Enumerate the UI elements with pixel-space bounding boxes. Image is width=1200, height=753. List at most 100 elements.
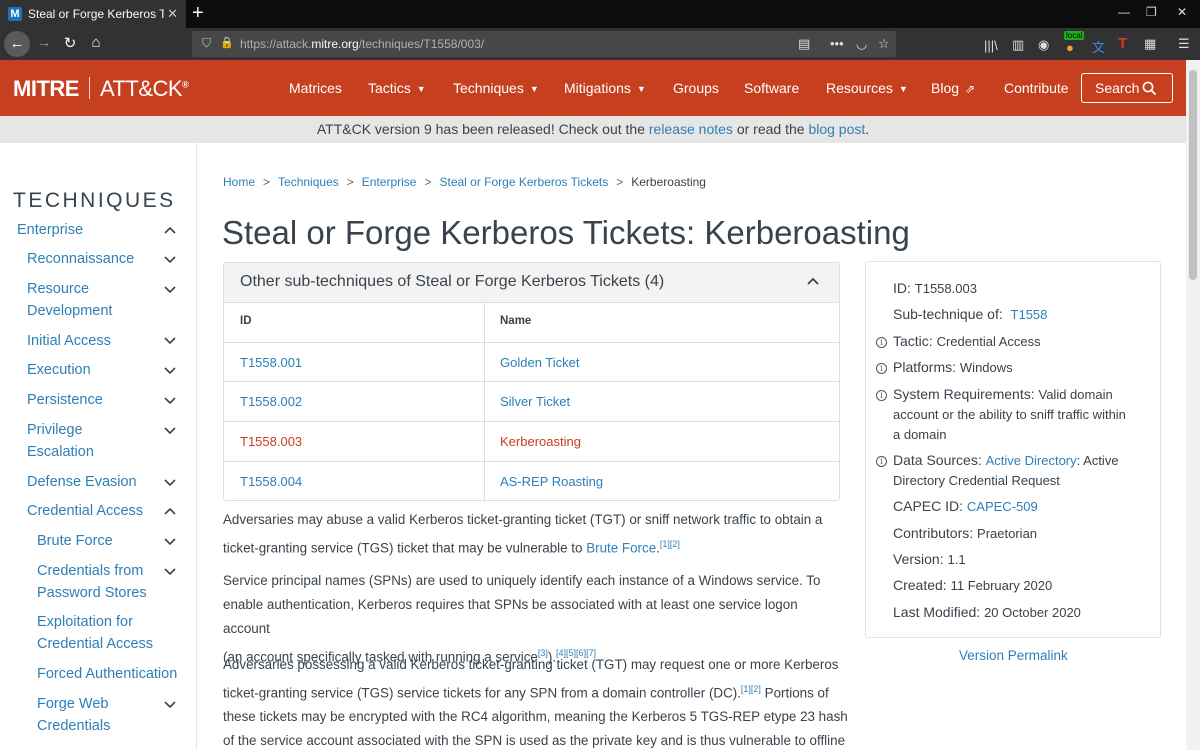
- info-icon[interactable]: i: [876, 337, 887, 348]
- grid-icon[interactable]: ▦: [1144, 36, 1156, 52]
- info-icon[interactable]: i: [876, 363, 887, 374]
- reload-icon[interactable]: ↻: [60, 34, 80, 52]
- nav-blog[interactable]: Blog ⇗: [931, 80, 975, 96]
- sidebar-item-credentials-from-password-stores[interactable]: Credentials from Password Stores: [37, 560, 157, 604]
- sidebar-item-persistence[interactable]: Persistence: [27, 389, 103, 411]
- search-label: Search: [1095, 80, 1140, 96]
- sidebar-item-reconnaissance[interactable]: Reconnaissance: [27, 248, 134, 270]
- search-icon: [1142, 81, 1157, 96]
- close-tab-icon[interactable]: ✕: [167, 6, 178, 22]
- subtechnique-name-link[interactable]: Golden Ticket: [500, 355, 580, 370]
- chevron-down-icon[interactable]: [163, 285, 177, 295]
- tab-icon[interactable]: T: [1118, 35, 1127, 52]
- parent-technique-link[interactable]: T1558: [1011, 307, 1048, 322]
- info-system-requirements: System Requirements: Valid domain accoun…: [893, 386, 1126, 442]
- minimize-icon[interactable]: —: [1118, 5, 1130, 19]
- more-icon[interactable]: •••: [830, 36, 844, 51]
- bookmark-star-icon[interactable]: ☆: [878, 36, 890, 52]
- subtechnique-id-link[interactable]: T1558.001: [240, 355, 302, 370]
- nav-software[interactable]: Software: [744, 80, 799, 96]
- chevron-down-icon[interactable]: [163, 567, 177, 577]
- browser-toolbar: ← → ↻ ⌂ ⛉ 🔒 https://attack.mitre.org/tec…: [0, 28, 1200, 60]
- search-button[interactable]: Search: [1081, 73, 1173, 103]
- sidebar-item-forced-authentication[interactable]: Forced Authentication: [37, 663, 177, 685]
- nav-techniques[interactable]: Techniques ▼: [453, 80, 539, 96]
- subtechnique-id-link[interactable]: T1558.004: [240, 474, 302, 489]
- subtechnique-name-link[interactable]: Kerberoasting: [500, 434, 581, 449]
- chevron-down-icon[interactable]: [163, 537, 177, 547]
- chevron-down-icon[interactable]: [163, 366, 177, 376]
- sidebar-item-brute-force[interactable]: Brute Force: [37, 530, 113, 552]
- subtechnique-name-link[interactable]: Silver Ticket: [500, 394, 570, 409]
- nav-groups[interactable]: Groups: [673, 80, 719, 96]
- scrollbar-thumb[interactable]: [1189, 70, 1197, 280]
- nav-tactics[interactable]: Tactics ▼: [368, 80, 426, 96]
- extension-icon[interactable]: ●: [1066, 40, 1074, 55]
- page-scrollbar[interactable]: [1186, 60, 1200, 750]
- url-bar[interactable]: ⛉ 🔒 https://attack.mitre.org/techniques/…: [192, 31, 896, 57]
- sidebar-item-defense-evasion[interactable]: Defense Evasion: [27, 471, 137, 493]
- mitre-favicon-icon: M: [8, 7, 22, 21]
- breadcrumb-enterprise[interactable]: Enterprise: [362, 175, 417, 189]
- shield-icon[interactable]: ⛉: [202, 36, 211, 51]
- info-icon[interactable]: i: [876, 390, 887, 401]
- chevron-up-icon[interactable]: [163, 506, 177, 516]
- chevron-down-icon[interactable]: [163, 255, 177, 265]
- sidebar-item-credential-access[interactable]: Credential Access: [27, 500, 143, 522]
- subtechnique-id-link[interactable]: T1558.002: [240, 394, 302, 409]
- home-icon[interactable]: ⌂: [86, 34, 106, 51]
- sidebar-item-execution[interactable]: Execution: [27, 359, 91, 381]
- chevron-down-icon[interactable]: [163, 336, 177, 346]
- subtechnique-name-link[interactable]: AS-REP Roasting: [500, 474, 603, 489]
- blog-post-link[interactable]: blog post: [808, 121, 865, 137]
- new-tab-icon[interactable]: +: [192, 2, 204, 25]
- version-permalink[interactable]: Version Permalink: [959, 648, 1068, 663]
- data-source-link[interactable]: Active Directory: [986, 453, 1077, 468]
- active-tab[interactable]: M Steal or Forge Kerberos Tickets ✕: [0, 0, 186, 28]
- sidebar-item-initial-access[interactable]: Initial Access: [27, 330, 111, 352]
- sidebar-item-forge-web-credentials[interactable]: Forge Web Credentials: [37, 693, 117, 737]
- menu-icon[interactable]: ☰: [1178, 36, 1190, 52]
- back-icon[interactable]: ←: [4, 31, 30, 57]
- forward-icon[interactable]: →: [34, 34, 54, 51]
- lock-icon[interactable]: 🔒: [220, 36, 234, 49]
- chevron-down-icon[interactable]: [163, 396, 177, 406]
- sidebar-item-enterprise[interactable]: Enterprise: [17, 219, 83, 241]
- nav-contribute[interactable]: Contribute: [1004, 80, 1069, 96]
- logo-mitre-text: MITRE: [13, 76, 79, 101]
- reference-link[interactable]: [1][2]: [741, 684, 761, 694]
- sidebar-item-resource-development[interactable]: Resource Development: [27, 278, 147, 322]
- subtechnique-id-link[interactable]: T1558.003: [240, 434, 302, 449]
- info-icon[interactable]: i: [876, 456, 887, 467]
- nav-mitigations[interactable]: Mitigations ▼: [564, 80, 646, 96]
- brute-force-link[interactable]: Brute Force: [586, 540, 656, 555]
- url-text[interactable]: https://attack.mitre.org/techniques/T155…: [240, 37, 484, 51]
- library-icon[interactable]: |||\: [984, 38, 998, 53]
- translate-icon[interactable]: 文: [1092, 37, 1105, 56]
- chevron-down-icon[interactable]: [163, 426, 177, 436]
- nav-resources[interactable]: Resources ▼: [826, 80, 908, 96]
- chevron-down-icon[interactable]: [163, 478, 177, 488]
- breadcrumb-home[interactable]: Home: [223, 175, 255, 189]
- account-icon[interactable]: ◉: [1038, 37, 1049, 53]
- sidebar-item-privilege-escalation[interactable]: Privilege Escalation: [27, 419, 117, 463]
- reference-link[interactable]: [1][2]: [660, 539, 680, 549]
- restore-icon[interactable]: ❐: [1146, 5, 1157, 19]
- mitre-attck-logo[interactable]: MITRE ATT&CK®: [13, 76, 189, 102]
- release-notes-link[interactable]: release notes: [649, 121, 733, 137]
- chevron-down-icon[interactable]: [163, 700, 177, 710]
- chevron-up-icon[interactable]: [163, 225, 177, 235]
- nav-matrices[interactable]: Matrices: [289, 80, 342, 96]
- sidebar-item-exploitation-for-credential-access[interactable]: Exploitation for Credential Access: [37, 611, 162, 655]
- chevron-up-icon[interactable]: [807, 277, 819, 285]
- pocket-icon[interactable]: ◡: [856, 36, 867, 52]
- subtechniques-header[interactable]: Other sub-techniques of Steal or Forge K…: [224, 263, 839, 303]
- reader-icon[interactable]: ▤: [798, 36, 810, 52]
- close-window-icon[interactable]: ✕: [1177, 5, 1187, 19]
- capec-link[interactable]: CAPEC-509: [967, 499, 1038, 514]
- sidebar-title: TECHNIQUES: [13, 189, 176, 212]
- breadcrumb-parent-technique[interactable]: Steal or Forge Kerberos Tickets: [439, 175, 608, 189]
- breadcrumb-techniques[interactable]: Techniques: [278, 175, 339, 189]
- sidebar-icon[interactable]: ▥: [1012, 37, 1024, 53]
- column-header-id: ID: [240, 315, 252, 327]
